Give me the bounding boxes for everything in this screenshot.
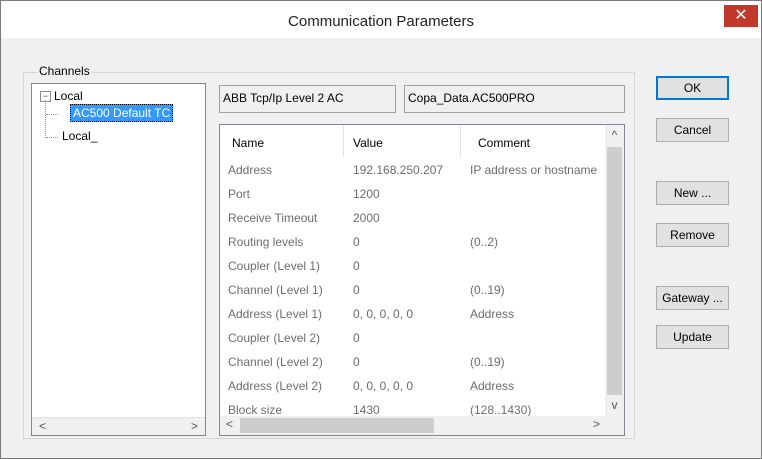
cell-comment: (128..1430) <box>470 403 532 417</box>
cell-comment: IP address or hostname <box>470 163 598 177</box>
table-row[interactable]: Channel (Level 2) 0 (0..19) <box>220 351 606 375</box>
cell-value: 0, 0, 0, 0, 0 <box>353 379 414 393</box>
cell-name: Block size <box>228 403 283 417</box>
scroll-left-icon[interactable]: < <box>221 416 238 433</box>
column-header-comment[interactable]: Comment <box>478 136 530 150</box>
grid-horizontal-scrollbar[interactable]: < > <box>220 416 606 435</box>
channel-name-field[interactable]: Copa_Data.AC500PRO <box>404 85 625 113</box>
cell-comment: Address <box>470 307 515 321</box>
cell-name: Channel (Level 2) <box>228 355 323 369</box>
update-button[interactable]: Update <box>656 325 729 349</box>
cell-value: 0 <box>353 331 360 345</box>
communication-parameters-dialog: Communication Parameters ✕ Channels − Loc… <box>0 0 762 459</box>
column-header-value[interactable]: Value <box>353 136 383 150</box>
cell-name: Port <box>228 187 251 201</box>
scroll-right-icon[interactable]: > <box>588 416 605 433</box>
cell-name: Address <box>228 163 273 177</box>
table-row[interactable]: Coupler (Level 1) 0 <box>220 255 606 279</box>
table-row[interactable]: Routing levels 0 (0..2) <box>220 231 606 255</box>
tree-node-local-underscore[interactable]: Local_ <box>62 129 97 143</box>
driver-field[interactable]: ABB Tcp/Ip Level 2 AC <box>219 85 396 113</box>
tree-connector <box>46 137 58 138</box>
gateway-button[interactable]: Gateway ... <box>656 286 729 310</box>
tree-node-local[interactable]: − Local <box>40 89 83 103</box>
window-title: Communication Parameters <box>288 13 474 30</box>
cell-value: 0 <box>353 283 360 297</box>
channels-tree[interactable]: − Local AC500 Default TC Local_ < > <box>31 83 206 436</box>
cell-name: Channel (Level 1) <box>228 283 323 297</box>
cell-comment: (0..2) <box>470 235 499 249</box>
column-header-name[interactable]: Name <box>232 136 264 150</box>
table-row[interactable]: Coupler (Level 2) 0 <box>220 327 606 351</box>
cell-name: Address (Level 1) <box>228 307 323 321</box>
grid-header: Name Value Comment <box>220 125 606 159</box>
tree-node-label: AC500 Default TC <box>70 104 174 122</box>
cell-name: Coupler (Level 1) <box>228 259 321 273</box>
scroll-left-icon[interactable]: < <box>34 418 51 435</box>
close-button[interactable]: ✕ <box>724 5 758 27</box>
title-bar: Communication Parameters ✕ <box>1 1 761 38</box>
parameters-grid[interactable]: Name Value Comment Address 192.168.250.20… <box>219 124 625 436</box>
remove-button[interactable]: Remove <box>656 223 729 247</box>
table-row[interactable]: Address (Level 1) 0, 0, 0, 0, 0 Address <box>220 303 606 327</box>
cell-comment: Address <box>470 379 515 393</box>
table-row[interactable]: Port 1200 <box>220 183 606 207</box>
cancel-button[interactable]: Cancel <box>656 118 729 142</box>
column-divider[interactable] <box>460 125 461 157</box>
tree-node-ac500-default[interactable]: AC500 Default TC <box>70 104 174 122</box>
tree-horizontal-scrollbar[interactable]: < > <box>32 417 205 435</box>
cell-value: 0 <box>353 355 360 369</box>
table-row[interactable]: Address 192.168.250.207 IP address or host… <box>220 159 606 183</box>
cell-value: 2000 <box>353 211 380 225</box>
tree-connector <box>46 114 58 115</box>
tree-node-label: Local_ <box>62 129 98 143</box>
channels-group-label: Channels <box>37 64 92 78</box>
table-row[interactable]: Address (Level 2) 0, 0, 0, 0, 0 Address <box>220 375 606 399</box>
scrollbar-corner <box>605 416 624 435</box>
horizontal-scroll-thumb[interactable] <box>240 418 434 433</box>
scroll-down-icon[interactable]: v <box>606 397 623 414</box>
cell-name: Address (Level 2) <box>228 379 323 393</box>
column-divider[interactable] <box>343 125 344 157</box>
tree-connector <box>45 100 46 138</box>
cell-value: 0 <box>353 235 360 249</box>
grid-vertical-scrollbar[interactable]: ^ v <box>605 125 624 417</box>
tree-node-label: Local <box>54 89 83 103</box>
cell-name: Routing levels <box>228 235 304 249</box>
cell-value: 192.168.250.207 <box>353 163 444 177</box>
cell-name: Coupler (Level 2) <box>228 331 321 345</box>
new-button[interactable]: New ... <box>656 181 729 205</box>
cell-value: 0 <box>353 259 360 273</box>
cell-comment: (0..19) <box>470 283 505 297</box>
cell-value: 1200 <box>353 187 380 201</box>
ok-button[interactable]: OK <box>656 76 729 100</box>
vertical-scroll-thumb[interactable] <box>607 147 622 395</box>
cell-value: 0, 0, 0, 0, 0 <box>353 307 414 321</box>
table-row[interactable]: Receive Timeout 2000 <box>220 207 606 231</box>
scroll-up-icon[interactable]: ^ <box>606 127 623 144</box>
scroll-right-icon[interactable]: > <box>186 418 203 435</box>
table-row[interactable]: Channel (Level 1) 0 (0..19) <box>220 279 606 303</box>
cell-value: 1430 <box>353 403 380 417</box>
cell-name: Receive Timeout <box>228 211 318 225</box>
cell-comment: (0..19) <box>470 355 505 369</box>
